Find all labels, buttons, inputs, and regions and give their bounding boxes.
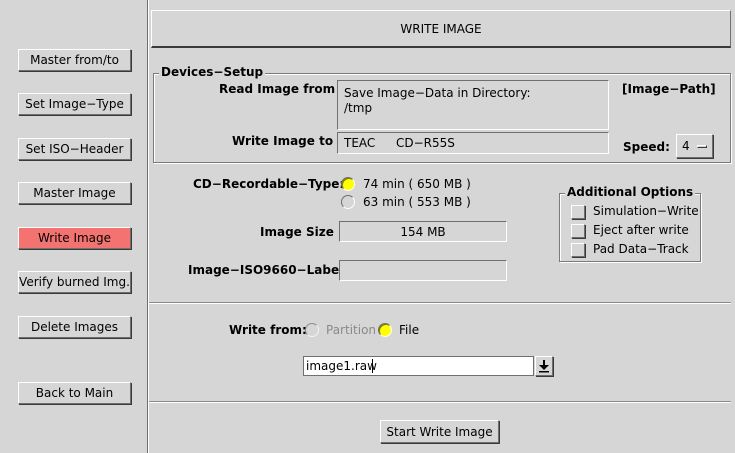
radio-63min-label: 63 min ( 553 MB )	[363, 195, 471, 209]
master-from-to-button[interactable]: Master from/to	[18, 49, 131, 71]
radio-partition	[305, 323, 319, 337]
image-size-value: 154 MB	[400, 224, 446, 239]
pad-data-track-checkbox[interactable]	[571, 243, 585, 257]
iso-label-input[interactable]	[339, 260, 507, 281]
page-header: WRITE IMAGE	[151, 10, 731, 48]
page-title: WRITE IMAGE	[400, 21, 482, 36]
option-menu-indicator-icon	[697, 145, 707, 148]
iso-label-label: Image−ISO9660−Label :	[188, 263, 353, 277]
speed-value: 4	[682, 139, 690, 153]
section-divider-1	[149, 302, 731, 304]
file-browse-button[interactable]	[535, 356, 553, 376]
simulation-write-checkbox[interactable]	[571, 205, 585, 219]
simulation-write-label: Simulation−Write	[593, 204, 699, 218]
speed-dropdown[interactable]: 4	[676, 134, 713, 158]
read-image-label: Read Image from :	[219, 82, 345, 96]
verify-burned-image-button[interactable]: Verify burned Img.	[18, 271, 131, 293]
speed-label: Speed:	[623, 140, 670, 154]
pad-data-track-label: Pad Data−Track	[593, 242, 689, 256]
start-write-image-button[interactable]: Start Write Image	[380, 420, 499, 443]
devices-setup-title: Devices−Setup	[159, 65, 266, 79]
master-image-button[interactable]: Master Image	[18, 182, 131, 204]
write-device-vendor: TEAC	[344, 136, 376, 150]
text-cursor	[372, 359, 373, 373]
read-image-line1: Save Image−Data in Directory:	[344, 86, 531, 100]
image-path-label: [Image−Path]	[622, 82, 716, 96]
radio-63min[interactable]	[341, 195, 355, 209]
write-image-to-label: Write Image to :	[232, 134, 343, 148]
cd-recordable-type-label: CD−Recordable−Type:	[193, 177, 345, 191]
file-input-value: image1.raw	[306, 359, 377, 373]
radio-74min[interactable]	[341, 177, 355, 191]
set-image-type-button[interactable]: Set Image−Type	[18, 93, 131, 115]
radio-74min-label: 74 min ( 650 MB )	[363, 177, 471, 191]
write-device-model: CD−R55S	[396, 136, 455, 150]
read-image-source: Save Image−Data in Directory: /tmp	[337, 80, 609, 130]
additional-options-title: Additional Options	[565, 185, 696, 199]
file-input[interactable]: image1.raw	[303, 356, 534, 376]
write-device-field: TEAC CD−R55S	[337, 132, 609, 154]
set-iso-header-button[interactable]: Set ISO−Header	[18, 138, 131, 160]
eject-after-write-label: Eject after write	[593, 223, 689, 237]
write-from-label: Write from:	[229, 323, 307, 337]
back-to-main-button[interactable]: Back to Main	[18, 382, 131, 404]
radio-partition-label: Partition	[326, 323, 377, 337]
image-size-field: 154 MB	[339, 221, 507, 242]
write-image-button[interactable]: Write Image	[18, 227, 131, 249]
delete-images-button[interactable]: Delete Images	[18, 316, 131, 338]
read-image-line2: /tmp	[344, 101, 373, 115]
radio-file-label: File	[399, 323, 420, 337]
download-arrow-icon	[539, 360, 549, 373]
eject-after-write-checkbox[interactable]	[571, 224, 585, 238]
image-size-label: Image Size :	[260, 225, 343, 239]
radio-file[interactable]	[378, 323, 392, 337]
section-divider-2	[149, 401, 731, 403]
